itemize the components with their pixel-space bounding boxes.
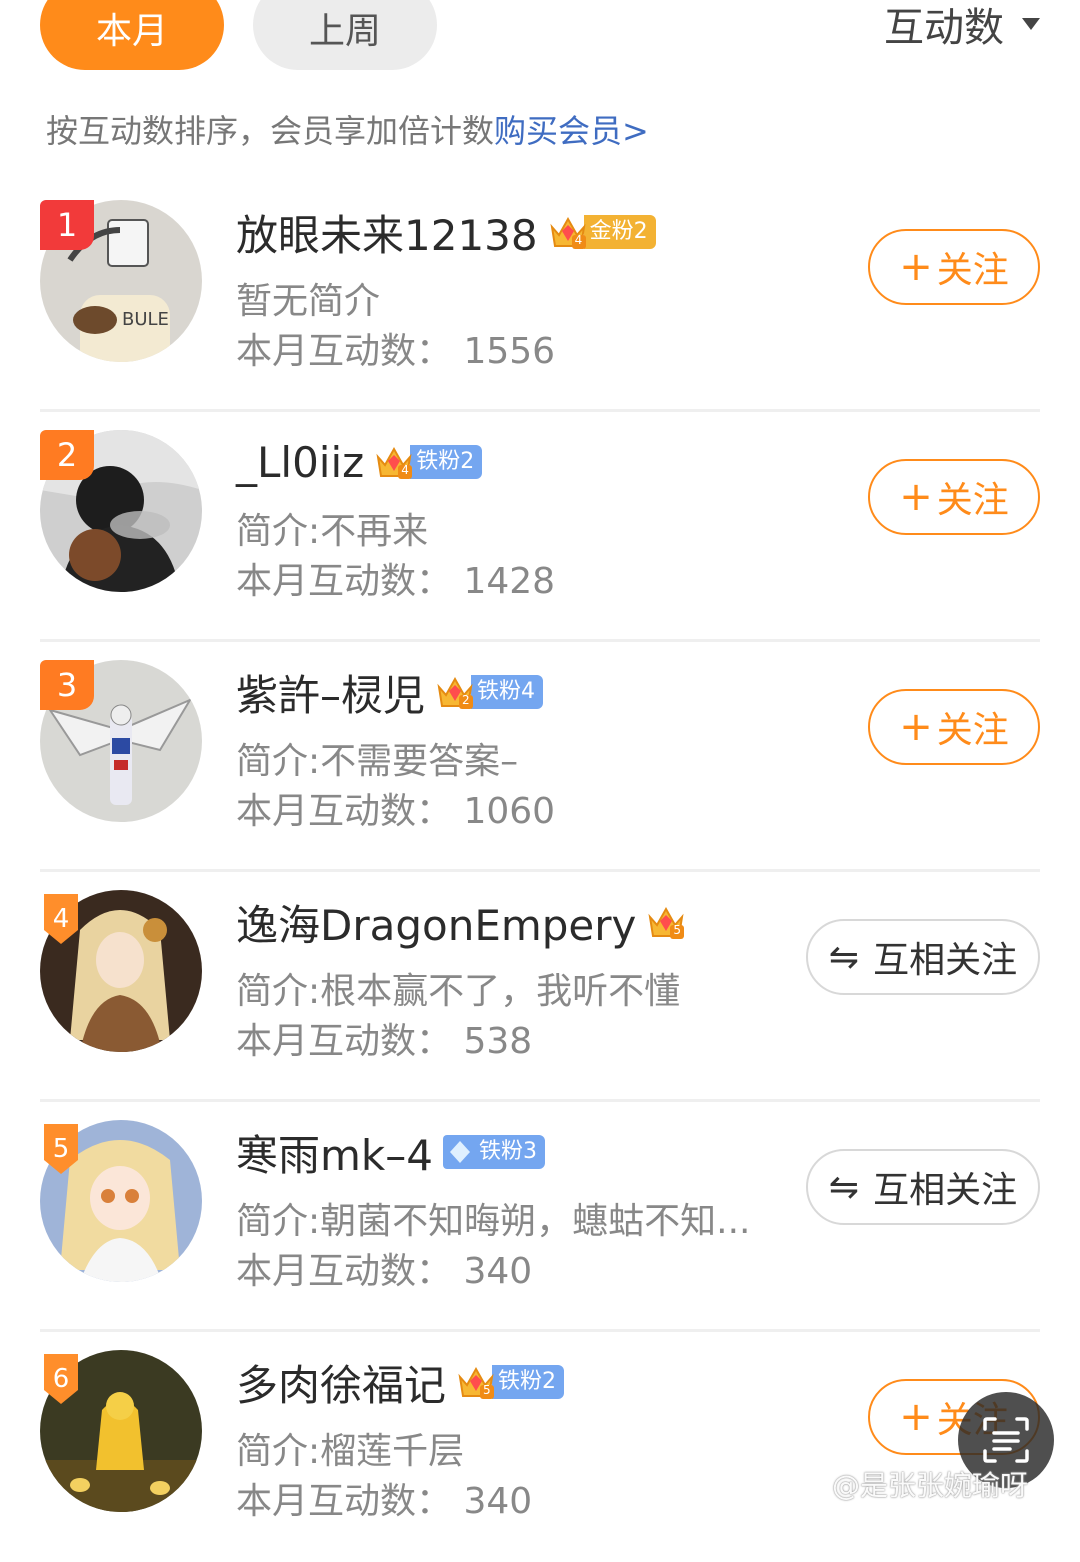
list-item[interactable]: 5 寒雨mk–4 铁粉3 简介:朝菌不知晦朔，蟪蛄不知... 本月互动数： 34… bbox=[0, 1102, 1080, 1332]
crown-icon: 4 bbox=[374, 443, 414, 481]
interaction-count: 本月互动数： 1060 bbox=[236, 791, 556, 832]
fan-tag: 铁粉4 bbox=[471, 675, 544, 709]
sort-hint: 按互动数排序，会员享加倍计数购买会员> bbox=[46, 106, 649, 152]
mutual-arrows-icon: ⇋ bbox=[828, 1166, 860, 1208]
crown-level: 5 bbox=[673, 923, 682, 937]
list-item[interactable]: BULE 1 放眼未来12138 4 金粉2 暂无简介 本月互动数： 1556 … bbox=[0, 182, 1080, 412]
crown-icon: 2 bbox=[435, 673, 475, 711]
mutual-follow-label: 互相关注 bbox=[873, 940, 1018, 981]
follow-button[interactable]: +关注 bbox=[868, 229, 1040, 305]
plus-icon: + bbox=[899, 244, 933, 290]
plus-icon: + bbox=[899, 1394, 933, 1440]
scan-icon bbox=[983, 1417, 1029, 1463]
sort-dropdown[interactable]: 互动数 bbox=[884, 0, 1040, 51]
crown-level: 4 bbox=[401, 463, 409, 477]
rank-badge: 1 bbox=[40, 200, 94, 250]
rank-badge: 3 bbox=[40, 660, 94, 710]
follow-label: 关注 bbox=[936, 250, 1009, 291]
fan-badge: 5 铁粉2 bbox=[456, 1363, 565, 1401]
mutual-arrows-icon: ⇋ bbox=[828, 936, 860, 978]
sort-label: 互动数 bbox=[884, 5, 1004, 51]
plus-icon: + bbox=[899, 704, 933, 750]
fan-badge: 4 铁粉2 bbox=[374, 443, 483, 481]
fan-tag: 铁粉3 bbox=[472, 1135, 545, 1169]
user-name[interactable]: 多肉徐福记 bbox=[236, 1352, 446, 1413]
user-name[interactable]: 紫許–棂児 bbox=[236, 662, 425, 723]
mutual-follow-button[interactable]: ⇋ 互相关注 bbox=[806, 1149, 1040, 1225]
user-intro: 简介:不再来 bbox=[236, 511, 429, 552]
diamond-icon bbox=[442, 1133, 477, 1171]
user-name[interactable]: _Ll0iiz bbox=[236, 438, 364, 487]
interaction-count: 本月互动数： 1428 bbox=[236, 561, 556, 602]
user-intro: 简介:根本赢不了，我听不懂 bbox=[236, 971, 681, 1012]
crown-icon: 4 bbox=[548, 213, 588, 251]
interaction-count: 本月互动数： 340 bbox=[236, 1481, 533, 1522]
caret-down-icon bbox=[1022, 18, 1040, 30]
user-intro: 简介:榴莲千层 bbox=[236, 1431, 465, 1472]
interaction-count: 本月互动数： 538 bbox=[236, 1021, 533, 1062]
crown-level: 5 bbox=[483, 1383, 491, 1397]
svg-text:BULE: BULE bbox=[122, 309, 169, 330]
tab-last-week[interactable]: 上周 bbox=[253, 0, 437, 70]
crown-icon: 5 bbox=[646, 903, 686, 941]
user-name[interactable]: 放眼未来12138 bbox=[236, 202, 538, 263]
user-intro: 简介:不需要答案– bbox=[236, 741, 519, 782]
user-intro: 暂无简介 bbox=[236, 281, 381, 322]
follow-label: 关注 bbox=[936, 710, 1009, 751]
list-item[interactable]: 2 _Ll0iiz 4 铁粉2 简介:不再来 本月互动数： 1428 + 关注 bbox=[0, 412, 1080, 642]
follow-label: 关注 bbox=[936, 480, 1009, 521]
fan-badge: 5 bbox=[646, 903, 686, 941]
interaction-count: 本月互动数： 340 bbox=[236, 1251, 533, 1292]
fan-tag: 金粉2 bbox=[583, 215, 656, 249]
fan-tag: 铁粉2 bbox=[410, 445, 483, 479]
fan-badge: 铁粉3 bbox=[442, 1133, 545, 1171]
rank-badge: 2 bbox=[40, 430, 94, 480]
buy-membership-link[interactable]: 购买会员> bbox=[494, 112, 649, 150]
follow-button[interactable]: +关注 bbox=[868, 459, 1040, 535]
hint-text: 按互动数排序，会员享加倍计数 bbox=[46, 112, 495, 150]
follow-button[interactable]: +关注 bbox=[868, 689, 1040, 765]
list-item[interactable]: 6 多肉徐福记 5 铁粉2 简介:榴莲千层 本月互动数： 340 +关注 bbox=[0, 1332, 1080, 1562]
plus-icon: + bbox=[899, 474, 933, 520]
user-intro: 简介:朝菌不知晦朔，蟪蛄不知... bbox=[236, 1201, 751, 1242]
fan-tag: 铁粉2 bbox=[492, 1365, 565, 1399]
crown-icon: 5 bbox=[456, 1363, 496, 1401]
user-name[interactable]: 逸海DragonEmpery bbox=[236, 892, 636, 953]
watermark: @是张张婉瑜呀 bbox=[832, 1469, 1029, 1502]
user-name[interactable]: 寒雨mk–4 bbox=[236, 1122, 433, 1183]
list-item[interactable]: 4 逸海DragonEmpery 5 简介:根本赢不了，我听不懂 本月互动数： … bbox=[0, 872, 1080, 1102]
list-item[interactable]: 3 紫許–棂児 2 铁粉4 简介:不需要答案– 本月互动数： 1060 + 关注 bbox=[0, 642, 1080, 872]
mutual-follow-button[interactable]: ⇋ 互相关注 bbox=[806, 919, 1040, 995]
crown-level: 4 bbox=[574, 233, 583, 247]
interaction-count: 本月互动数： 1556 bbox=[236, 331, 556, 372]
fan-badge: 2 铁粉4 bbox=[435, 673, 544, 711]
crown-level: 2 bbox=[462, 693, 470, 707]
mutual-follow-label: 互相关注 bbox=[873, 1170, 1018, 1211]
fan-badge: 4 金粉2 bbox=[548, 213, 656, 251]
tab-this-month[interactable]: 本月 bbox=[40, 0, 224, 70]
